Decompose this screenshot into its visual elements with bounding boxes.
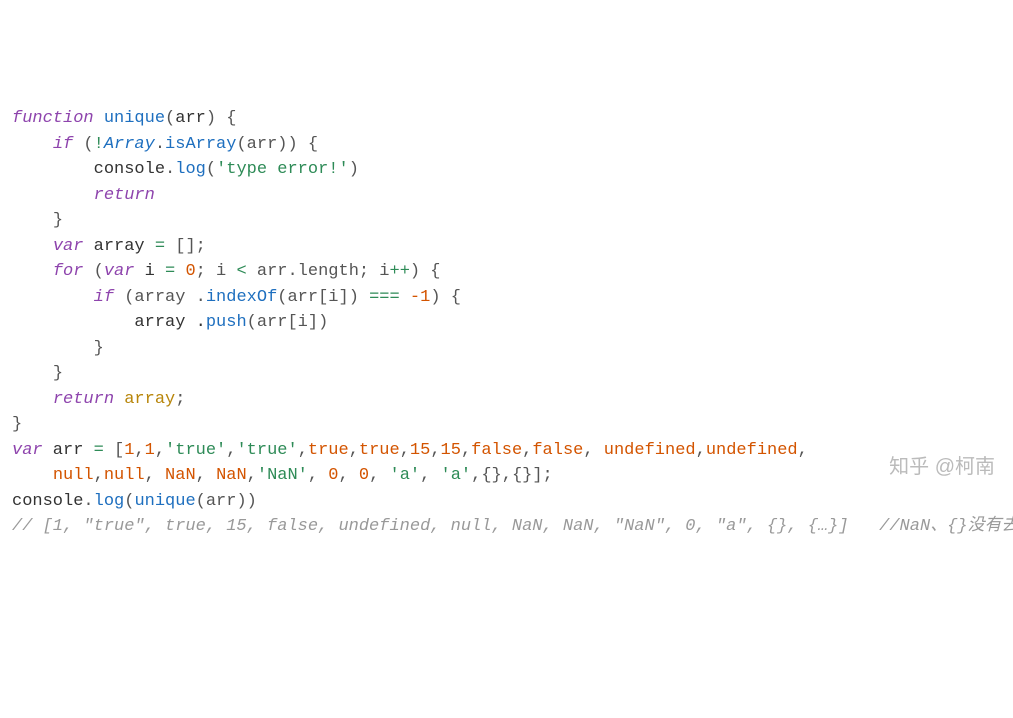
- code-block: function unique(arr) { if (!Array.isArra…: [12, 106, 1001, 540]
- class-array: Array: [104, 135, 155, 154]
- comment-output: // [1, "true", true, 15, false, undefine…: [12, 517, 1013, 536]
- keyword-function: function: [12, 109, 94, 128]
- function-name: unique: [104, 109, 165, 128]
